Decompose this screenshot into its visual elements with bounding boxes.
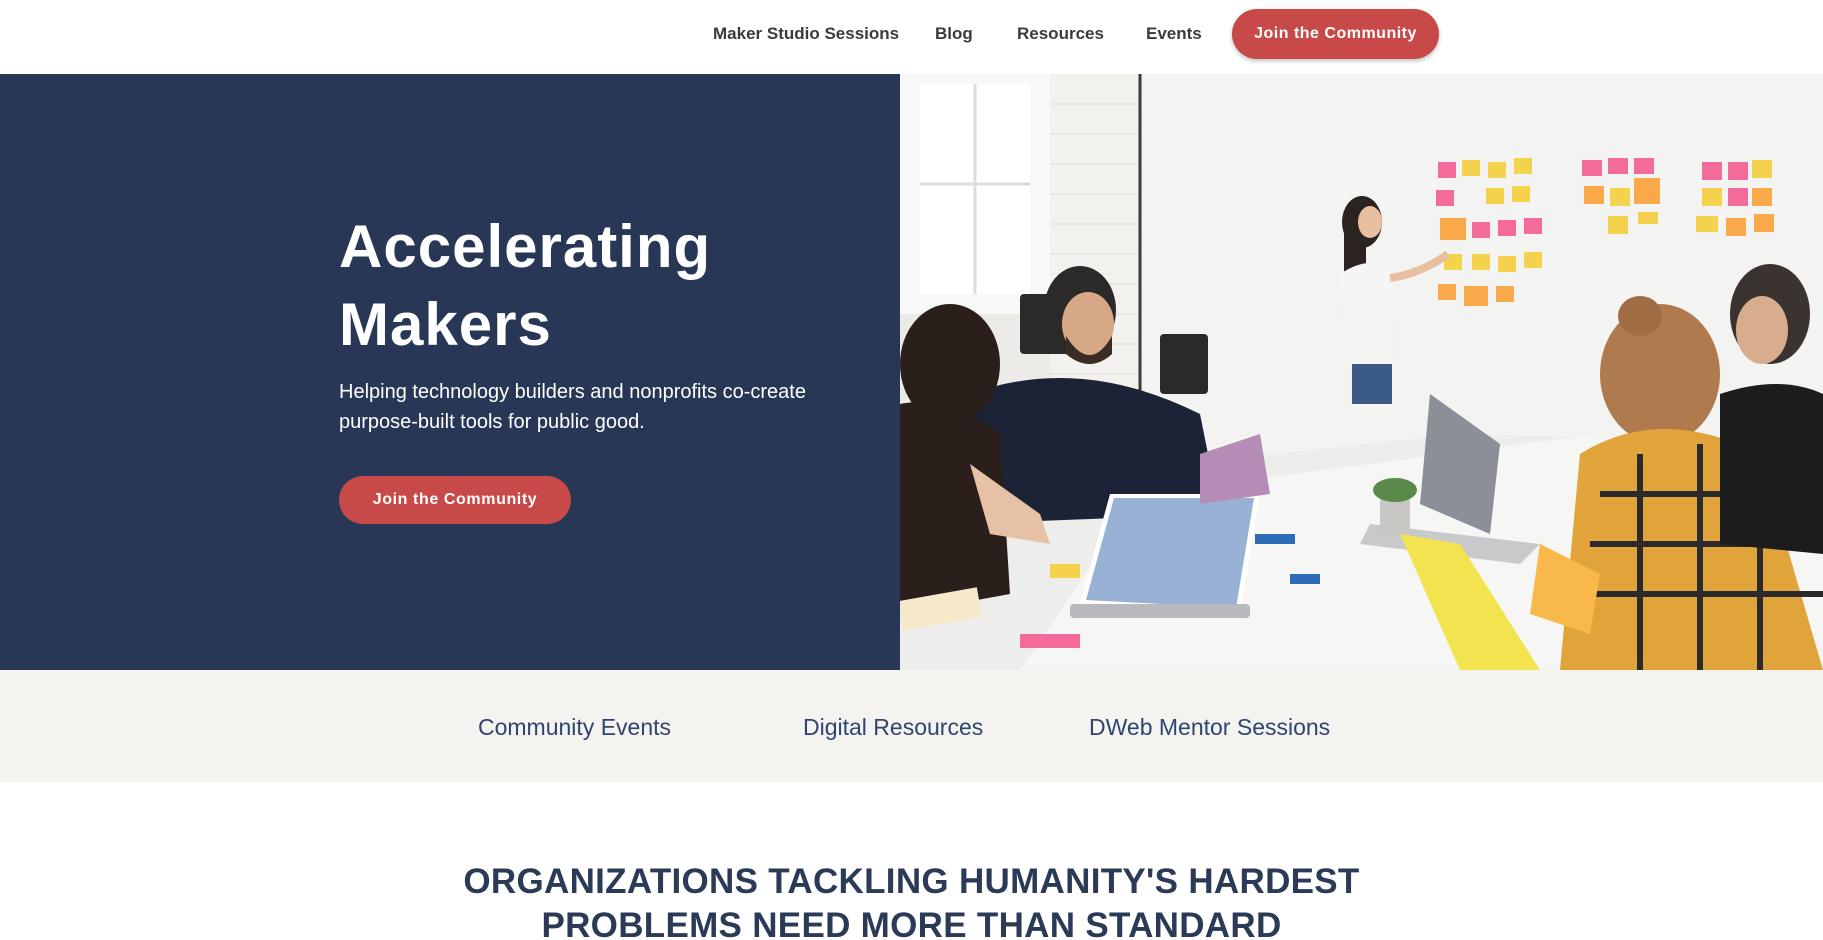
top-navigation: Maker Studio Sessions Blog Resources Eve…: [0, 0, 1823, 74]
nav-link-resources[interactable]: Resources: [1017, 24, 1104, 44]
hero-subtitle: Helping technology builders and nonprofi…: [339, 377, 859, 437]
team-meeting-photo: [900, 74, 1823, 670]
hero-subtitle-line-1: Helping technology builders and nonprofi…: [339, 381, 806, 403]
statement-line-2: PROBLEMS NEED MORE THAN STANDARD: [541, 906, 1282, 940]
join-community-nav-button[interactable]: Join the Community: [1232, 9, 1439, 59]
quick-link-community-events[interactable]: Community Events: [478, 713, 671, 741]
nav-link-maker-studio-sessions[interactable]: Maker Studio Sessions: [713, 24, 899, 44]
quick-link-digital-resources[interactable]: Digital Resources: [803, 713, 983, 741]
hero-text-panel: Accelerating Makers Helping technology b…: [0, 74, 900, 670]
hero-section: Accelerating Makers Helping technology b…: [0, 74, 1823, 670]
quick-links-band: Community Events Digital Resources DWeb …: [0, 670, 1823, 782]
hero-title-line-1: Accelerating: [339, 213, 712, 280]
nav-link-events[interactable]: Events: [1146, 24, 1202, 44]
mission-statement-heading: ORGANIZATIONS TACKLING HUMANITY'S HARDES…: [0, 860, 1823, 940]
hero-title: Accelerating Makers: [339, 208, 859, 364]
statement-line-1: ORGANIZATIONS TACKLING HUMANITY'S HARDES…: [463, 862, 1360, 901]
nav-link-blog[interactable]: Blog: [935, 24, 973, 44]
hero-title-line-2: Makers: [339, 291, 552, 358]
quick-link-dweb-mentor-sessions[interactable]: DWeb Mentor Sessions: [1089, 713, 1330, 741]
join-community-hero-button[interactable]: Join the Community: [339, 476, 571, 524]
hero-subtitle-line-2: purpose-built tools for public good.: [339, 411, 645, 433]
